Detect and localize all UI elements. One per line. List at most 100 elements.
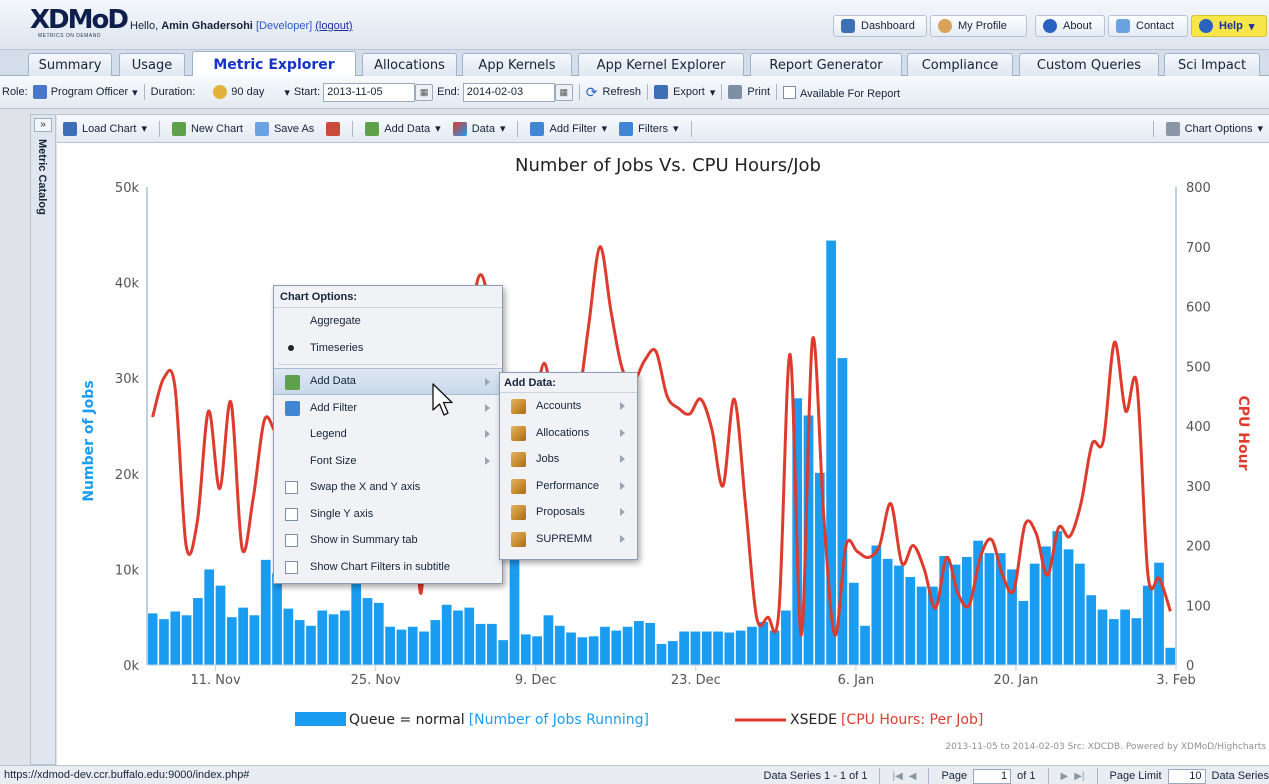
- add-filter-button[interactable]: Add Filter ▾: [524, 121, 613, 136]
- page-input[interactable]: 1: [973, 768, 1012, 784]
- chart-legend[interactable]: Queue = normal [Number of Jobs Running] X…: [295, 712, 983, 728]
- tab-app-kernel-explorer[interactable]: App Kernel Explorer: [578, 53, 744, 76]
- bar: [1131, 618, 1142, 665]
- divider: [721, 84, 723, 100]
- menu-item-add-data[interactable]: Add Data: [274, 368, 502, 395]
- load-chart-button[interactable]: Load Chart ▾: [57, 121, 153, 136]
- help-button[interactable]: Help ▾: [1191, 15, 1267, 37]
- menu-item-show-in-summary[interactable]: Show in Summary tab: [274, 527, 502, 554]
- show-in-summary-checkbox[interactable]: [285, 534, 298, 547]
- print-button[interactable]: Print: [728, 85, 770, 99]
- menu-item-show-filters-subtitle[interactable]: Show Chart Filters in subtitle: [274, 554, 502, 581]
- submenu-arrow-icon: [620, 428, 625, 437]
- menu-item-add-filter[interactable]: Add Filter: [274, 395, 502, 422]
- my-profile-button[interactable]: My Profile: [930, 15, 1027, 37]
- logout-link[interactable]: (logout): [315, 20, 352, 32]
- y-tick-label: 40k: [115, 277, 140, 292]
- bar: [215, 585, 226, 665]
- submenu-item-allocations[interactable]: Allocations: [500, 420, 637, 447]
- bar: [667, 641, 678, 665]
- tab-compliance[interactable]: Compliance: [907, 53, 1013, 76]
- bar: [735, 630, 746, 665]
- duration-select[interactable]: 90 day: [213, 85, 264, 99]
- clock-icon: [213, 85, 228, 99]
- submenu-item-accounts[interactable]: Accounts: [500, 393, 637, 420]
- menu-item-swap-axes[interactable]: Swap the X and Y axis: [274, 474, 502, 501]
- next-page-icon[interactable]: ▶: [1061, 771, 1069, 782]
- allocations-label: Allocations: [536, 426, 590, 439]
- delete-chart-button[interactable]: [320, 121, 346, 136]
- start-date-field[interactable]: 2013-11-05: [323, 82, 416, 102]
- tab-usage[interactable]: Usage: [119, 53, 185, 76]
- app-header: XDMoD METRICS ON DEMAND Hello, Amin Ghad…: [0, 0, 1269, 50]
- legend-bar-series-name: Queue = normal: [349, 712, 465, 728]
- bar: [328, 614, 339, 665]
- y2-tick-label: 700: [1186, 241, 1211, 256]
- submenu-arrow-icon: [620, 534, 625, 543]
- submenu-item-jobs[interactable]: Jobs: [500, 446, 637, 473]
- menu-item-single-y-axis[interactable]: Single Y axis: [274, 501, 502, 528]
- export-button[interactable]: Export ▾: [654, 85, 715, 99]
- add-data-button[interactable]: Add Data ▾: [359, 121, 446, 136]
- tab-app-kernels[interactable]: App Kernels: [462, 53, 572, 76]
- calendar-icon[interactable]: ▦: [554, 83, 573, 101]
- menu-item-timeseries[interactable]: Timeseries: [274, 335, 502, 362]
- new-chart-button[interactable]: New Chart: [166, 121, 249, 136]
- tab-allocations[interactable]: Allocations: [362, 53, 457, 76]
- swap-axes-checkbox[interactable]: [285, 481, 298, 494]
- help-icon: [1199, 19, 1213, 33]
- x-tick-label: 23. Dec: [671, 673, 721, 688]
- last-page-icon[interactable]: ▶|: [1074, 771, 1084, 782]
- dashboard-button[interactable]: Dashboard: [833, 15, 927, 37]
- tab-report-generator[interactable]: Report Generator: [750, 53, 902, 76]
- calendar-icon[interactable]: ▦: [415, 83, 434, 101]
- end-label: End:: [437, 86, 460, 98]
- about-button[interactable]: About: [1035, 15, 1105, 37]
- chevron-down-icon: ▾: [141, 123, 147, 135]
- x-tick-label: 3. Feb: [1156, 673, 1196, 688]
- bar: [362, 598, 373, 665]
- refresh-button[interactable]: ⟳ Refresh: [586, 84, 641, 101]
- menu-item-legend[interactable]: Legend: [274, 421, 502, 448]
- tab-sci-impact[interactable]: Sci Impact: [1164, 53, 1260, 76]
- accounts-label: Accounts: [536, 400, 582, 413]
- help-label: Help: [1219, 20, 1243, 32]
- single-y-axis-checkbox[interactable]: [285, 507, 298, 521]
- page-label: Page: [941, 770, 968, 782]
- page-limit-input[interactable]: 10: [1167, 768, 1206, 784]
- prev-page-icon[interactable]: ◀: [909, 771, 917, 782]
- show-filters-subtitle-checkbox[interactable]: [285, 560, 298, 574]
- submenu-arrow-icon: [620, 481, 625, 490]
- filters-button[interactable]: Filters ▾: [613, 121, 684, 136]
- realm-cube-icon: [511, 531, 526, 547]
- save-as-button[interactable]: Save As: [249, 121, 320, 136]
- bar: [928, 586, 938, 665]
- submenu-item-performance[interactable]: Performance: [500, 473, 637, 500]
- divider: [928, 768, 930, 784]
- bar: [961, 556, 972, 665]
- menu-item-aggregate[interactable]: Aggregate: [274, 308, 502, 335]
- available-for-report-checkbox[interactable]: [783, 85, 797, 99]
- submenu-arrow-icon: [620, 455, 625, 463]
- metric-catalog-label[interactable]: Metric Catalog: [36, 139, 48, 215]
- chart-options-button[interactable]: Chart Options ▾: [1160, 121, 1269, 136]
- end-date-field[interactable]: 2014-02-03: [462, 82, 555, 102]
- bar: [656, 643, 667, 665]
- legend-label: Legend: [310, 428, 347, 441]
- tab-custom-queries[interactable]: Custom Queries: [1019, 53, 1159, 76]
- menu-item-font-size[interactable]: Font Size: [274, 448, 502, 475]
- submenu-item-proposals[interactable]: Proposals: [500, 499, 637, 526]
- dashboard-icon: [841, 19, 855, 33]
- bar: [430, 620, 441, 665]
- role-select[interactable]: Program Officer ▾: [32, 85, 138, 99]
- contact-button[interactable]: Contact: [1108, 15, 1188, 37]
- data-button[interactable]: Data ▾: [447, 121, 512, 136]
- first-page-icon[interactable]: |◀: [892, 771, 902, 782]
- submenu-item-supremm[interactable]: SUPREMM: [500, 526, 637, 553]
- divider: [879, 768, 881, 784]
- role-value: Program Officer: [50, 86, 129, 98]
- divider: [776, 84, 778, 100]
- tab-metric-explorer[interactable]: Metric Explorer: [192, 51, 356, 77]
- expand-catalog-button[interactable]: »: [34, 118, 52, 132]
- tab-summary[interactable]: Summary: [28, 53, 112, 76]
